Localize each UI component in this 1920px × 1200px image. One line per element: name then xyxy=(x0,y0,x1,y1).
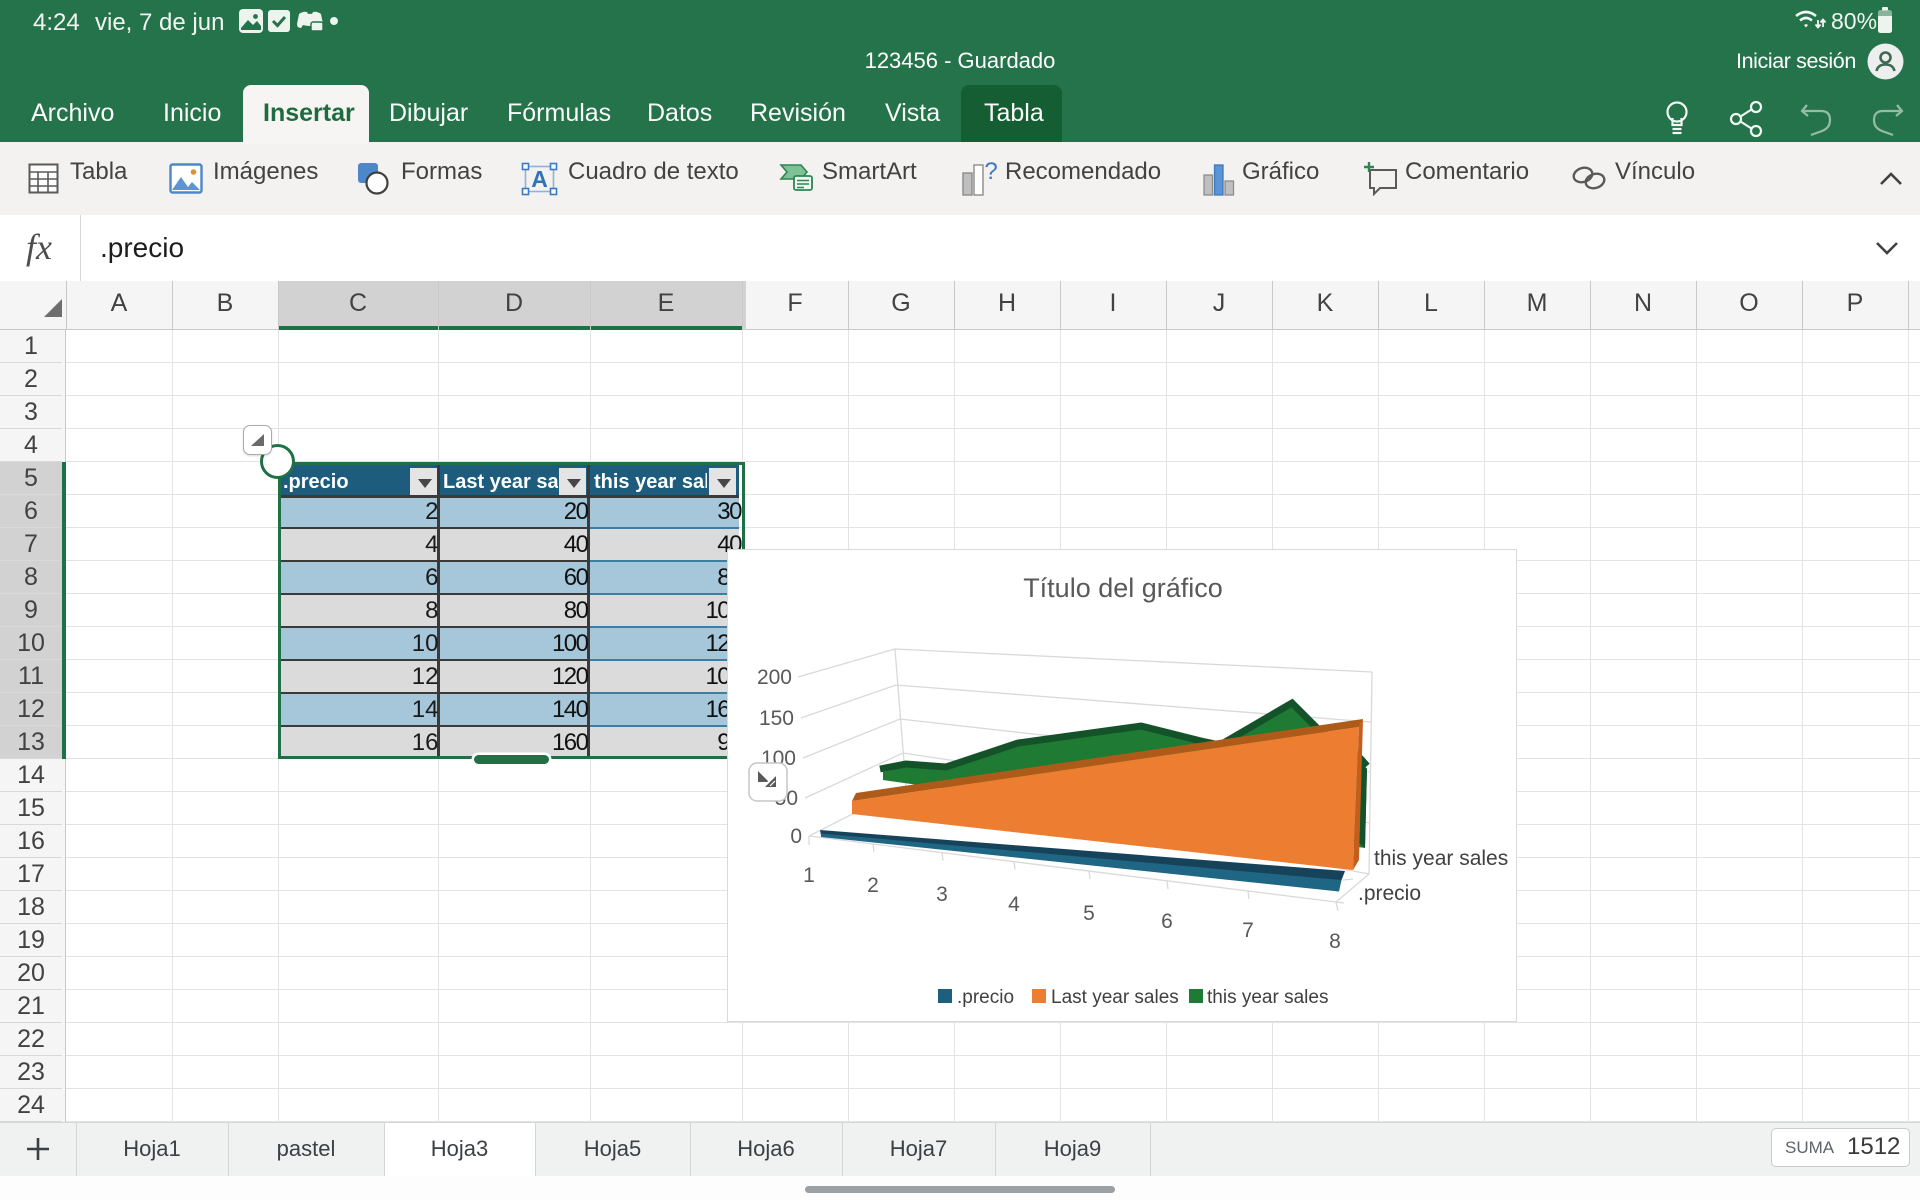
svg-text:4: 4 xyxy=(1008,893,1020,916)
svg-text:.precio: .precio xyxy=(957,987,1014,1008)
svg-text:150: 150 xyxy=(759,707,794,730)
svg-text:Last year sales: Last year sales xyxy=(1051,987,1179,1008)
svg-text:?: ? xyxy=(984,161,997,185)
svg-text:0: 0 xyxy=(790,825,802,848)
svg-text:200: 200 xyxy=(757,666,792,689)
svg-text:Título del gráfico: Título del gráfico xyxy=(1023,573,1223,603)
svg-text:.precio: .precio xyxy=(1358,882,1421,905)
svg-text:7: 7 xyxy=(1242,919,1254,942)
svg-text:this year sales: this year sales xyxy=(1374,847,1508,870)
svg-text:A: A xyxy=(531,166,548,192)
svg-text:6: 6 xyxy=(1161,910,1173,933)
svg-text:this year sales: this year sales xyxy=(1207,987,1328,1008)
svg-text:1: 1 xyxy=(803,864,815,887)
svg-text:3: 3 xyxy=(936,883,948,906)
svg-text:5: 5 xyxy=(1083,902,1095,925)
svg-text:8: 8 xyxy=(1329,930,1341,953)
svg-text:2: 2 xyxy=(867,874,879,897)
